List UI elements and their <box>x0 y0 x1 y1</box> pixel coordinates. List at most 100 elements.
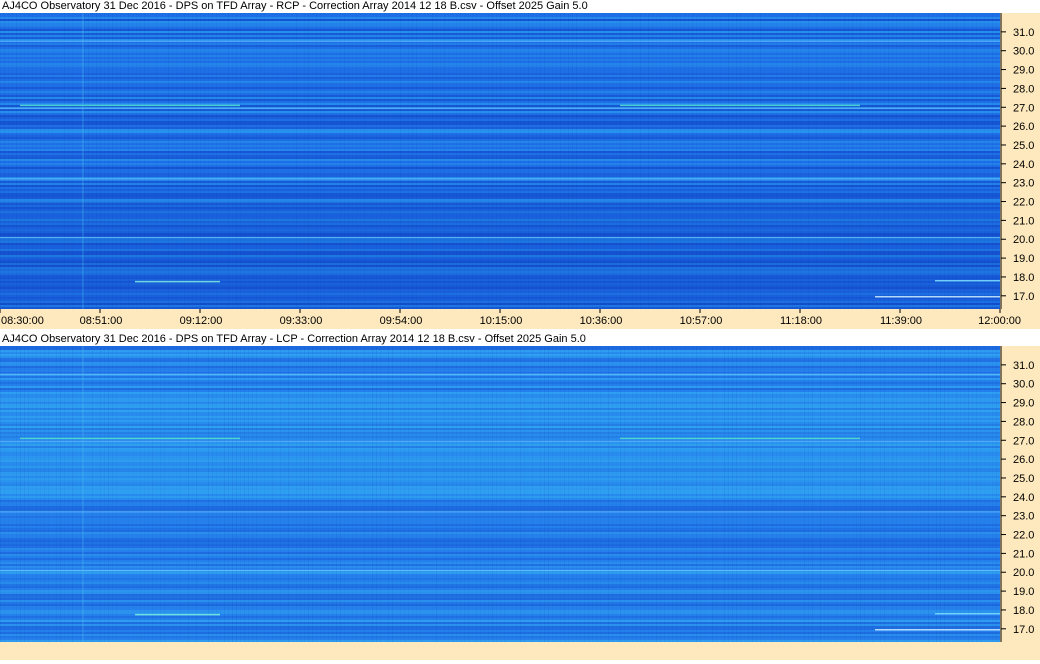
noise-column <box>432 13 433 309</box>
noise-column <box>808 13 809 309</box>
noise-column <box>788 346 789 642</box>
noise-column <box>4 13 5 309</box>
noise-column <box>160 346 161 642</box>
y-axis-rcp-ticks: 17.0 18.0 19.0 20.0 21.0 22.0 23.0 24.0 25.0 26.0… <box>1000 13 1034 309</box>
noise-column <box>480 13 481 309</box>
noise-column <box>396 13 397 309</box>
noise-column <box>408 346 409 642</box>
x-tick-label: 10:57:00 <box>680 315 723 327</box>
noise-column <box>952 346 953 642</box>
noise-column <box>156 13 157 309</box>
noise-column <box>352 346 353 642</box>
noise-column <box>696 346 697 642</box>
noise-column <box>936 13 937 309</box>
noise-column <box>308 346 309 642</box>
noise-column <box>648 346 649 642</box>
x-tick-label: 10:15:00 <box>480 315 523 327</box>
noise-column <box>912 346 913 642</box>
noise-column <box>832 13 833 309</box>
noise-column <box>16 13 17 309</box>
noise-column <box>864 346 865 642</box>
noise-column <box>548 13 549 309</box>
noise-column <box>624 346 625 642</box>
noise-column <box>240 13 241 309</box>
noise-column <box>748 346 749 642</box>
noise-column <box>236 13 237 309</box>
noise-column <box>80 346 81 642</box>
noise-column <box>264 346 265 642</box>
noise-column <box>168 13 169 309</box>
noise-column <box>692 13 693 309</box>
x-axis-rcp: 08:30:00 08:51:00 09:12:00 09:33:00 09:54:00… <box>0 309 1040 329</box>
noise-column <box>928 13 929 309</box>
noise-column <box>264 13 265 309</box>
noise-column <box>860 13 861 309</box>
noise-column <box>192 13 193 309</box>
noise-column <box>504 346 505 642</box>
noise-column <box>684 13 685 309</box>
noise-column <box>388 346 389 642</box>
y-tick-label: 23.0 <box>1013 511 1034 523</box>
noise-column <box>500 346 501 642</box>
noise-column <box>284 346 285 642</box>
noise-column <box>168 346 169 642</box>
noise-column <box>412 346 413 642</box>
noise-column <box>768 346 769 642</box>
noise-column <box>288 346 289 642</box>
noise-column <box>928 346 929 642</box>
noise-column <box>844 13 845 309</box>
noise-column <box>308 13 309 309</box>
y-tick-label: 17.0 <box>1013 291 1034 303</box>
y-tick-label: 29.0 <box>1013 65 1034 77</box>
noise-column <box>720 13 721 309</box>
noise-column <box>964 346 965 642</box>
noise-column <box>596 13 597 309</box>
noise-column <box>604 13 605 309</box>
noise-column <box>760 346 761 642</box>
noise-column <box>212 346 213 642</box>
noise-column <box>700 13 701 309</box>
noise-column <box>556 346 557 642</box>
noise-column <box>416 13 417 309</box>
noise-column <box>712 346 713 642</box>
y-tick-label: 26.0 <box>1013 454 1034 466</box>
noise-column <box>628 346 629 642</box>
noise-column <box>612 346 613 642</box>
noise-column <box>404 13 405 309</box>
noise-column <box>400 346 401 642</box>
noise-column <box>996 346 997 642</box>
noise-column <box>84 13 85 309</box>
noise-column <box>340 346 341 642</box>
noise-column <box>840 346 841 642</box>
noise-column <box>208 346 209 642</box>
noise-column <box>220 13 221 309</box>
noise-column <box>544 13 545 309</box>
noise-column <box>368 346 369 642</box>
noise-column <box>52 13 53 309</box>
noise-column <box>300 346 301 642</box>
noise-column <box>940 346 941 642</box>
noise-column <box>552 13 553 309</box>
x-tick-label: 09:33:00 <box>280 315 323 327</box>
noise-column <box>936 346 937 642</box>
noise-column <box>908 13 909 309</box>
noise-column <box>500 13 501 309</box>
noise-column <box>612 13 613 309</box>
noise-column <box>884 346 885 642</box>
noise-column <box>732 346 733 642</box>
noise-column <box>12 13 13 309</box>
noise-column <box>96 13 97 309</box>
noise-column <box>724 346 725 642</box>
noise-column <box>556 13 557 309</box>
noise-column <box>596 346 597 642</box>
noise-column <box>792 346 793 642</box>
noise-column <box>792 13 793 309</box>
noise-column <box>976 346 977 642</box>
noise-column <box>652 346 653 642</box>
noise-column <box>896 13 897 309</box>
noise-column <box>100 13 101 309</box>
noise-column <box>984 13 985 309</box>
noise-column <box>288 13 289 309</box>
noise-column <box>616 346 617 642</box>
noise-column <box>948 13 949 309</box>
